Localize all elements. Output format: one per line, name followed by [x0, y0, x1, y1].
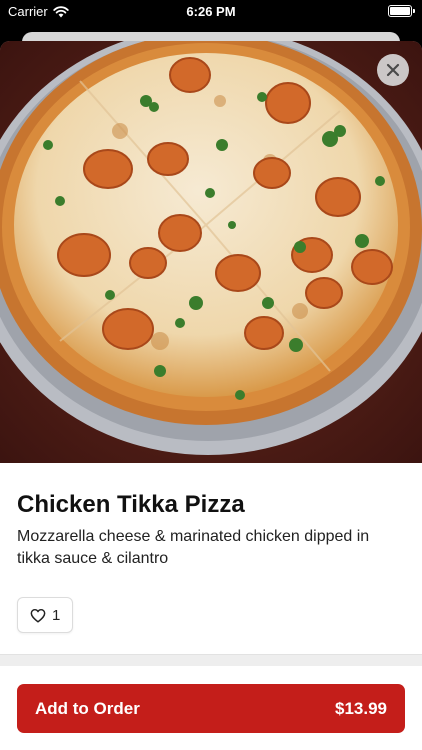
add-to-order-label: Add to Order — [35, 698, 140, 718]
item-photo — [0, 41, 422, 463]
item-info: Chicken Tikka Pizza Mozzarella cheese & … — [0, 490, 422, 633]
close-button[interactable] — [377, 54, 409, 86]
like-count: 1 — [52, 606, 61, 624]
section-divider — [0, 654, 422, 666]
battery-icon — [388, 5, 415, 17]
pizza-illustration — [0, 41, 422, 463]
add-to-order-button[interactable]: Add to Order $13.99 — [17, 684, 405, 733]
item-description: Mozzarella cheese & marinated chicken di… — [17, 528, 370, 567]
item-title: Chicken Tikka Pizza — [17, 491, 245, 518]
item-detail-sheet: Chicken Tikka Pizza Mozzarella cheese & … — [0, 41, 422, 750]
screen: Carrier 6:26 PM Chicken Tikka Pizza Mozz… — [0, 0, 422, 750]
heart-icon — [30, 608, 46, 623]
item-price: $13.99 — [335, 698, 387, 718]
close-icon — [386, 63, 400, 77]
like-button[interactable]: 1 — [17, 597, 74, 633]
status-time: 6:26 PM — [186, 4, 236, 19]
add-to-order-bar: Add to Order $13.99 — [0, 667, 422, 750]
status-bar: Carrier 6:26 PM — [0, 0, 422, 24]
